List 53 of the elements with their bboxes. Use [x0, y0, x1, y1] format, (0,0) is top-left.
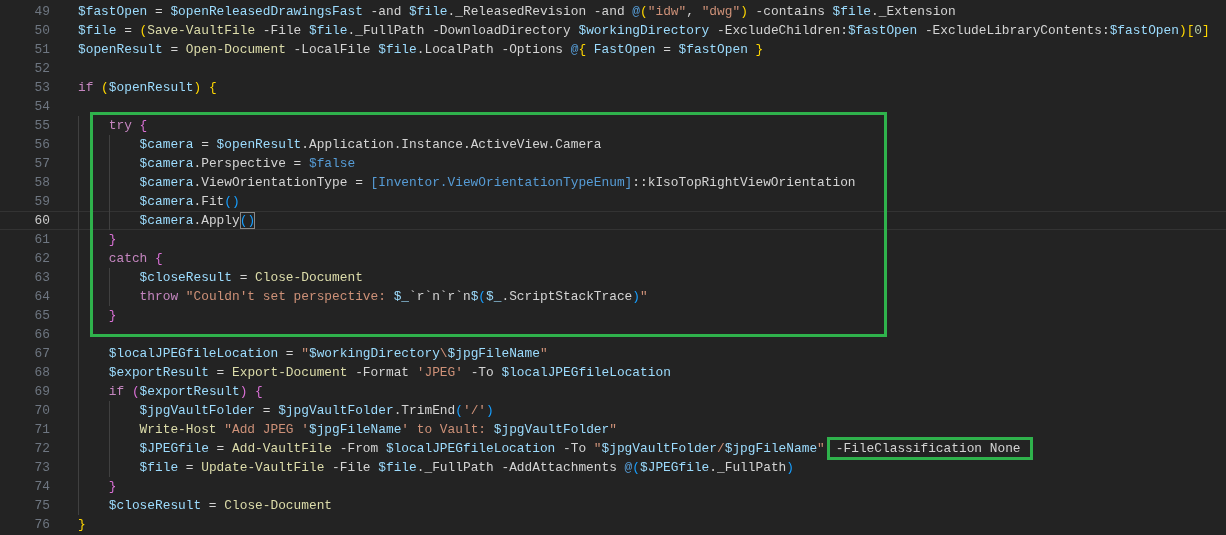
code-line: $localJPEGfileLocation = "$workingDirectory\$jpgFileName" — [107, 345, 548, 362]
code-line: if ($exportResult) { — [107, 383, 263, 400]
line-number: 52 — [33, 60, 50, 77]
line-number: 58 — [33, 174, 50, 191]
code-line: $file = (Save-VaultFile -File $file._FullPath -DownloadDirectory $workingDirectory -ExcludeChildren:$fastOpen -ExcludeLibraryContents:$fastOpen)[0] — [78, 22, 1210, 39]
line-number: 76 — [33, 516, 50, 533]
code-line: if ($openResult) { — [78, 79, 217, 96]
line-number: 51 — [33, 41, 50, 58]
code-line: $closeResult = Close-Document — [107, 497, 333, 514]
code-line: $file = Update-VaultFile -File $file._FullPath -AddAttachments @($JPEGfile._FullPath) — [138, 459, 794, 476]
line-number: 63 — [33, 269, 50, 286]
line-number: 57 — [33, 155, 50, 172]
line-number: 55 — [33, 117, 50, 134]
code-line: $camera = $openResult.Application.Instance.ActiveView.Camera — [138, 136, 602, 153]
code-line: catch { — [107, 250, 163, 267]
code-line: } — [78, 516, 86, 533]
line-number: 64 — [33, 288, 50, 305]
code-line: try { — [107, 117, 148, 134]
line-number: 60 — [33, 212, 50, 229]
line-number: 53 — [33, 79, 50, 96]
code-line: $JPEGfile = Add-VaultFile -From $localJPEGfileLocation -To "$jpgVaultFolder/$jpgFileName" -FileClassification None — [78, 440, 1033, 457]
line-number: 62 — [33, 250, 50, 267]
code-line: } — [107, 231, 117, 248]
line-number: 68 — [33, 364, 50, 381]
code-line: $camera.Fit() — [138, 193, 240, 210]
code-line: $jpgVaultFolder = $jpgVaultFolder.TrimEnd('/') — [138, 402, 494, 419]
line-number: 73 — [33, 459, 50, 476]
line-number: 66 — [33, 326, 50, 343]
line-number: 65 — [33, 307, 50, 324]
line-number: 71 — [33, 421, 50, 438]
code-line: $openResult = Open-Document -LocalFile $file.LocalPath -Options @{ FastOpen = $fastOpen } — [78, 41, 764, 58]
code-line: } — [107, 478, 117, 495]
line-number: 67 — [33, 345, 50, 362]
code-line: $fastOpen = $openReleasedDrawingsFast -and $file._ReleasedRevision -and @("idw", "dwg") -contains $file._Extension — [78, 3, 956, 20]
code-line: } — [107, 307, 117, 324]
code-line: Write-Host "Add JPEG '$jpgFileName' to Vault: $jpgVaultFolder" — [138, 421, 617, 438]
code-line: $exportResult = Export-Document -Format 'JPEG' -To $localJPEGfileLocation — [107, 364, 671, 381]
line-number: 54 — [33, 98, 50, 115]
line-number: 49 — [33, 3, 50, 20]
line-number: 72 — [33, 440, 50, 457]
line-number: 70 — [33, 402, 50, 419]
line-number: 75 — [33, 497, 50, 514]
line-number: 69 — [33, 383, 50, 400]
code-line: throw "Couldn't set perspective: $_`r`n`r`n$($_.ScriptStackTrace)" — [138, 288, 648, 305]
line-number: 61 — [33, 231, 50, 248]
code-line: $closeResult = Close-Document — [138, 269, 363, 286]
code-line: $camera.Apply() — [138, 212, 256, 229]
code-line: $camera.Perspective = $false — [138, 155, 356, 172]
line-number: 50 — [33, 22, 50, 39]
line-number: 56 — [33, 136, 50, 153]
code-line: $camera.ViewOrientationType = [Inventor.ViewOrientationTypeEnum]::kIsoTopRightViewOrientation — [138, 174, 856, 191]
line-number: 74 — [33, 478, 50, 495]
line-number: 59 — [33, 193, 50, 210]
